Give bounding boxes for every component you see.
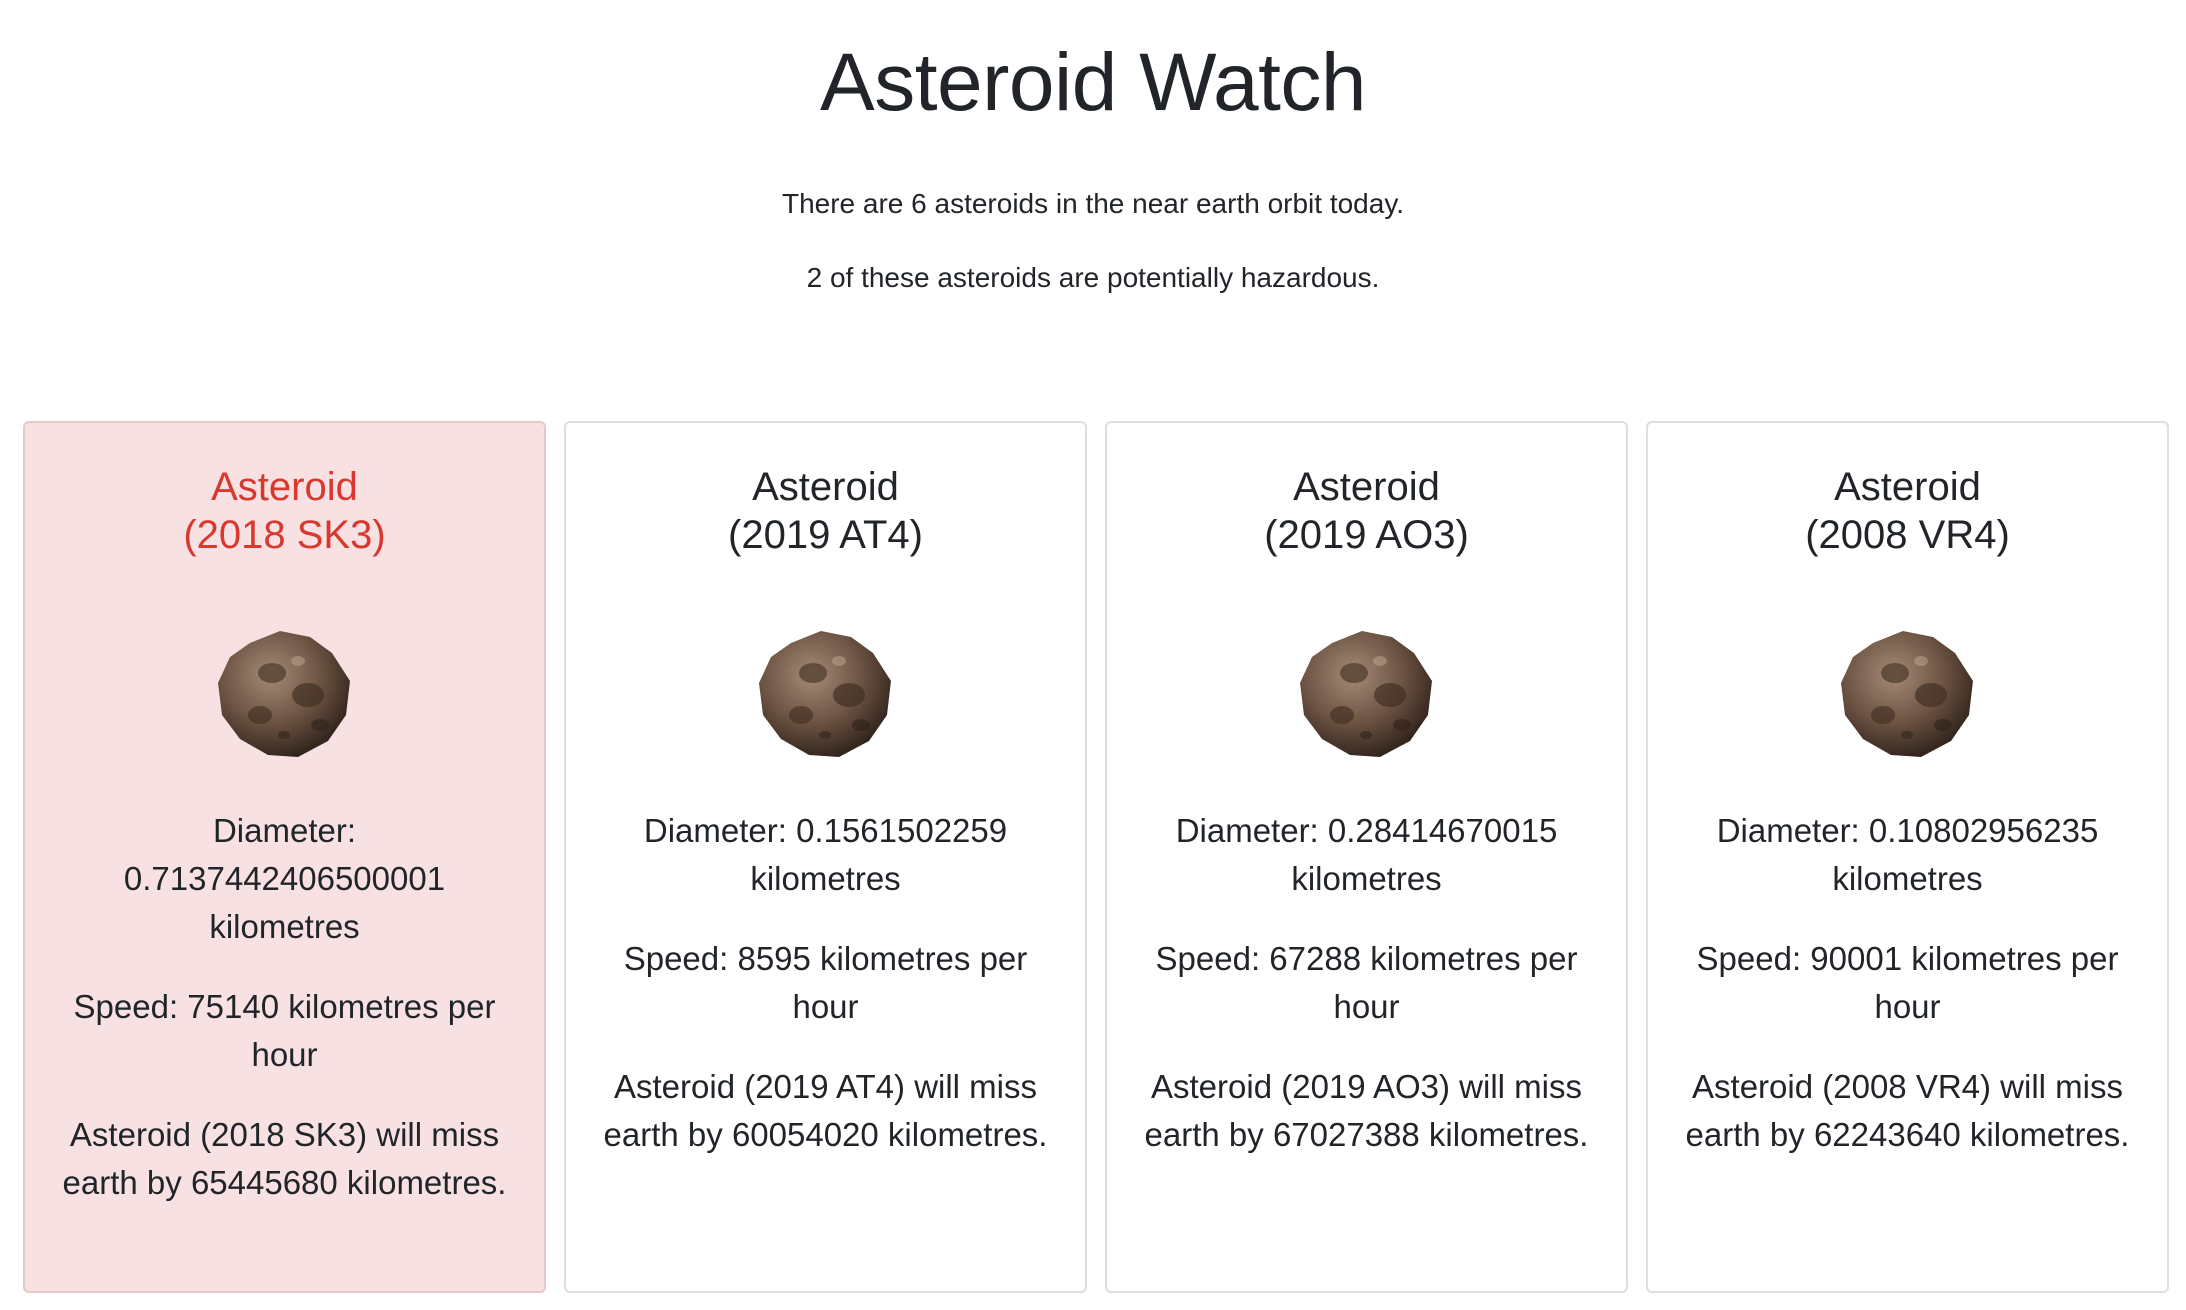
asteroid-name: Asteroid (2019 AT4) [594, 463, 1057, 559]
asteroid-diameter: Diameter: 0.1561502259 kilometres [643, 812, 1008, 897]
asteroid-speed: Speed: 8595 kilometres per hour [623, 940, 1028, 1025]
asteroid-diameter: Diameter: 0.28414670015 kilometres [1175, 812, 1558, 897]
asteroid-miss-distance: Asteroid (2019 AO3) will miss earth by 6… [1144, 1068, 1589, 1153]
asteroid-name-line1: Asteroid [752, 465, 899, 509]
asteroid-card-list: Asteroid (2018 SK3) Diameter: 0.71374424… [23, 421, 2169, 1293]
asteroid-card: Asteroid (2019 AT4) Diameter: 0.15615022… [564, 421, 1087, 1293]
asteroid-name-line2: (2008 VR4) [1805, 513, 2010, 557]
asteroid-name-line2: (2018 SK3) [183, 513, 386, 557]
asteroid-card: Asteroid (2008 VR4) Diameter: 0.10802956… [1646, 421, 2169, 1293]
asteroid-miss-distance: Asteroid (2008 VR4) will miss earth by 6… [1685, 1068, 2130, 1153]
asteroid-speed: Speed: 67288 kilometres per hour [1155, 940, 1578, 1025]
asteroid-count-text: There are 6 asteroids in the near earth … [781, 188, 1405, 219]
asteroid-name: Asteroid (2019 AO3) [1135, 463, 1598, 559]
asteroid-card: Asteroid (2018 SK3) Diameter: 0.71374424… [23, 421, 546, 1293]
asteroid-name-line2: (2019 AO3) [1264, 513, 1469, 557]
asteroid-name: Asteroid (2008 VR4) [1676, 463, 2139, 559]
asteroid-name-line1: Asteroid [1293, 465, 1440, 509]
asteroid-image [1840, 631, 1973, 757]
asteroid-image [758, 631, 891, 757]
asteroid-name-line2: (2019 AT4) [728, 513, 923, 557]
asteroid-diameter: Diameter: 0.7137442406500001 kilometres [123, 812, 446, 945]
asteroid-image [1299, 631, 1432, 757]
asteroid-name: Asteroid (2018 SK3) [53, 463, 516, 559]
asteroid-name-line1: Asteroid [1834, 465, 1981, 509]
asteroid-diameter: Diameter: 0.10802956235 kilometres [1716, 812, 2099, 897]
asteroid-card: Asteroid (2019 AO3) Diameter: 0.28414670… [1105, 421, 1628, 1293]
page-title: Asteroid Watch [820, 37, 1366, 128]
hazard-count-text: 2 of these asteroids are potentially haz… [806, 262, 1380, 293]
asteroid-image [217, 631, 350, 757]
asteroid-speed: Speed: 75140 kilometres per hour [73, 988, 496, 1073]
asteroid-name-line1: Asteroid [211, 465, 358, 509]
asteroid-miss-distance: Asteroid (2018 SK3) will miss earth by 6… [62, 1116, 507, 1201]
asteroid-speed: Speed: 90001 kilometres per hour [1696, 940, 2119, 1025]
asteroid-miss-distance: Asteroid (2019 AT4) will miss earth by 6… [603, 1068, 1048, 1153]
